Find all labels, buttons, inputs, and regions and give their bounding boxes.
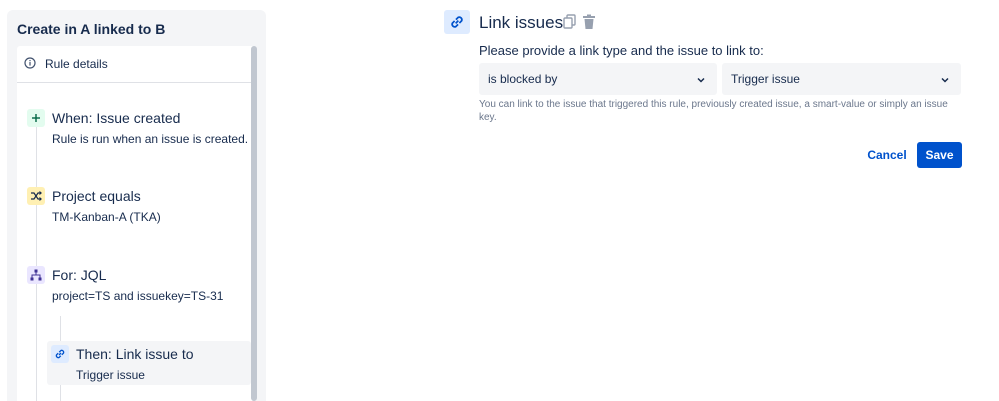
link-icon: [51, 345, 69, 363]
trash-icon[interactable]: [582, 14, 596, 30]
cancel-button[interactable]: Cancel: [862, 142, 912, 168]
rule-steps-container: Rule details When: Issue created Rule is…: [17, 46, 256, 401]
step-subtitle: TM-Kanban-A (TKA): [52, 210, 161, 224]
copy-icon[interactable]: [563, 14, 577, 30]
timeline-connector: [36, 116, 37, 401]
step-title: When: Issue created: [52, 110, 181, 126]
plus-icon: [27, 109, 45, 127]
step-title: For: JQL: [52, 267, 107, 283]
step-subtitle: Rule is run when an issue is created.: [52, 132, 249, 146]
rule-title: Create in A linked to B: [17, 21, 166, 37]
chevron-down-icon: [941, 77, 949, 83]
step-title: Project equals: [52, 188, 141, 204]
step-subtitle: Trigger issue: [76, 368, 145, 382]
link-icon: [444, 10, 470, 34]
action-title: Link issues: [479, 13, 564, 32]
scrollbar-thumb[interactable]: [251, 46, 257, 401]
rule-details-label: Rule details: [45, 57, 108, 71]
link-type-select[interactable]: is blocked by: [479, 63, 717, 95]
rule-details-item[interactable]: Rule details: [17, 46, 253, 83]
issue-select[interactable]: Trigger issue: [722, 63, 961, 95]
chevron-down-icon: [697, 77, 705, 83]
info-icon: [24, 57, 36, 69]
help-text: You can link to the issue that triggered…: [479, 99, 948, 123]
branch-icon: [27, 266, 45, 284]
save-button[interactable]: Save: [917, 142, 962, 168]
rule-panel: Create in A linked to B Rule details Whe…: [7, 10, 266, 401]
link-prompt: Please provide a link type and the issue…: [479, 43, 764, 58]
link-type-value: is blocked by: [488, 72, 558, 86]
issue-value: Trigger issue: [731, 72, 800, 86]
step-title: Then: Link issue to: [76, 346, 194, 362]
step-then-link-issue[interactable]: Then: Link issue to Trigger issue: [47, 341, 251, 385]
panel-scrollbar[interactable]: [249, 46, 259, 401]
step-subtitle: project=TS and issuekey=TS-31: [52, 289, 224, 303]
shuffle-icon: [27, 187, 45, 205]
